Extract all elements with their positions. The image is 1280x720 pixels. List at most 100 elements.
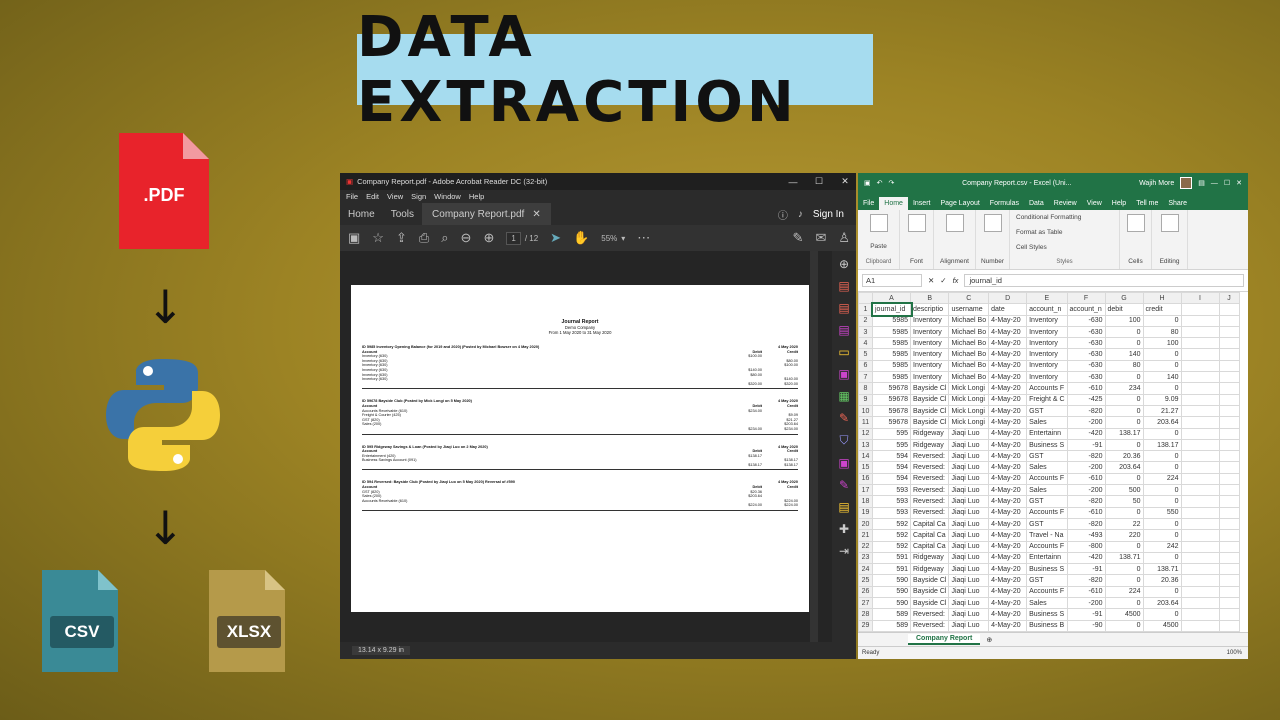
cell[interactable]: 0	[1143, 383, 1181, 394]
row-header[interactable]: 12	[859, 428, 873, 439]
cell[interactable]: 590	[873, 598, 911, 609]
cell[interactable]: 0	[1105, 575, 1143, 586]
cell[interactable]: 4-May-20	[989, 439, 1027, 450]
cell[interactable]: 4500	[1105, 609, 1143, 620]
font-group[interactable]: Font	[900, 210, 934, 269]
compress-icon[interactable]: ▣	[838, 456, 849, 470]
cell[interactable]	[1219, 620, 1239, 631]
cell[interactable]	[1219, 586, 1239, 597]
cell[interactable]	[1219, 598, 1239, 609]
cell[interactable]: -200	[1067, 417, 1105, 428]
row-header[interactable]: 15	[859, 462, 873, 473]
organize-icon[interactable]: ▦	[838, 389, 849, 403]
excel-user[interactable]: Wajih More	[1139, 180, 1174, 187]
tab-formulas[interactable]: Formulas	[985, 197, 1024, 210]
cell[interactable]: 5985	[873, 338, 911, 349]
cell[interactable]: Inventory	[911, 372, 949, 383]
cell[interactable]: -493	[1067, 530, 1105, 541]
cell[interactable]: 0	[1143, 485, 1181, 496]
cell[interactable]: -610	[1067, 507, 1105, 518]
undo-icon[interactable]: ↶	[877, 179, 883, 187]
row-header[interactable]: 29	[859, 620, 873, 631]
protect-icon[interactable]: ⛉	[839, 433, 848, 448]
cells-group[interactable]: Cells	[1120, 210, 1152, 269]
cell[interactable]	[1181, 428, 1219, 439]
cell[interactable]: -820	[1067, 405, 1105, 416]
more-icon[interactable]: ⋯	[637, 230, 650, 246]
cell[interactable]: 595	[873, 428, 911, 439]
cell[interactable]: Ridgeway	[911, 428, 949, 439]
cell[interactable]: 0	[1105, 598, 1143, 609]
cell[interactable]: -200	[1067, 462, 1105, 473]
cell[interactable]: descriptio	[911, 304, 949, 315]
cell[interactable]: 59678	[873, 383, 911, 394]
cell[interactable]: Inventory	[911, 326, 949, 337]
cell[interactable]: GST	[1027, 575, 1067, 586]
cell[interactable]	[1181, 349, 1219, 360]
cell[interactable]: 4-May-20	[989, 338, 1027, 349]
cell[interactable]: Jiaqi Luo	[949, 451, 989, 462]
cell[interactable]: date	[989, 304, 1027, 315]
menu-edit[interactable]: Edit	[366, 192, 379, 201]
row-header[interactable]: 27	[859, 598, 873, 609]
row-header[interactable]: 25	[859, 575, 873, 586]
cell[interactable]: -820	[1067, 518, 1105, 529]
worksheet-grid[interactable]: ABCDEFGHIJ 1journal_iddescriptiousername…	[858, 292, 1248, 632]
cell[interactable]: 50	[1105, 496, 1143, 507]
cell[interactable]: Mick Longi	[949, 405, 989, 416]
cell[interactable]: 0	[1105, 620, 1143, 631]
cell[interactable]	[1219, 564, 1239, 575]
row-header[interactable]: 5	[859, 349, 873, 360]
row-header[interactable]: 6	[859, 360, 873, 371]
cell[interactable]: Michael Bo	[949, 349, 989, 360]
combine-icon[interactable]: ▣	[838, 367, 849, 381]
create-pdf-icon[interactable]: ▤	[838, 301, 849, 315]
cell[interactable]: Reversed:	[911, 451, 949, 462]
cell[interactable]	[1181, 518, 1219, 529]
avatar[interactable]	[1180, 177, 1192, 189]
cell[interactable]	[1219, 338, 1239, 349]
cell[interactable]: 4-May-20	[989, 564, 1027, 575]
send-icon[interactable]: ▤	[838, 500, 849, 514]
cell[interactable]: 4-May-20	[989, 372, 1027, 383]
cell[interactable]: 140	[1105, 349, 1143, 360]
cell[interactable]: Jiaqi Luo	[949, 507, 989, 518]
tab-home[interactable]: Home	[340, 209, 383, 220]
cell[interactable]: Jiaqi Luo	[949, 598, 989, 609]
column-header[interactable]: A	[873, 293, 911, 304]
mail-icon[interactable]: ✉	[815, 230, 826, 246]
menu-sign[interactable]: Sign	[411, 192, 426, 201]
row-header[interactable]: 13	[859, 439, 873, 450]
cell[interactable]: 59678	[873, 394, 911, 405]
cell[interactable]: 4-May-20	[989, 485, 1027, 496]
cell[interactable]: 590	[873, 575, 911, 586]
cell[interactable]: 59678	[873, 417, 911, 428]
cell-styles-button[interactable]: Cell Styles	[1016, 244, 1047, 251]
cell[interactable]: Michael Bo	[949, 360, 989, 371]
cell[interactable]: 21.27	[1143, 405, 1181, 416]
format-as-table-button[interactable]: Format as Table	[1016, 229, 1062, 236]
cell[interactable]: 594	[873, 451, 911, 462]
cell[interactable]: -610	[1067, 586, 1105, 597]
cell[interactable]: 20.36	[1105, 451, 1143, 462]
cell[interactable]	[1181, 609, 1219, 620]
cell[interactable]: Inventory	[1027, 360, 1067, 371]
row-header[interactable]: 9	[859, 394, 873, 405]
cell[interactable]: 4-May-20	[989, 451, 1027, 462]
cell[interactable]	[1181, 405, 1219, 416]
cell[interactable]: 594	[873, 473, 911, 484]
cell[interactable]: Accounts F	[1027, 586, 1067, 597]
cell[interactable]: 5985	[873, 326, 911, 337]
row-header[interactable]: 20	[859, 518, 873, 529]
cell[interactable]: Reversed:	[911, 485, 949, 496]
cell[interactable]	[1219, 304, 1239, 315]
cell[interactable]: 138.71	[1105, 552, 1143, 563]
print-icon[interactable]: ⎙	[419, 230, 429, 246]
cell[interactable]	[1219, 609, 1239, 620]
cell[interactable]: 0	[1143, 360, 1181, 371]
cell[interactable]: 0	[1105, 326, 1143, 337]
cell[interactable]	[1219, 462, 1239, 473]
cell[interactable]: 0	[1143, 609, 1181, 620]
cell[interactable]: Reversed:	[911, 496, 949, 507]
cell[interactable]: 550	[1143, 507, 1181, 518]
